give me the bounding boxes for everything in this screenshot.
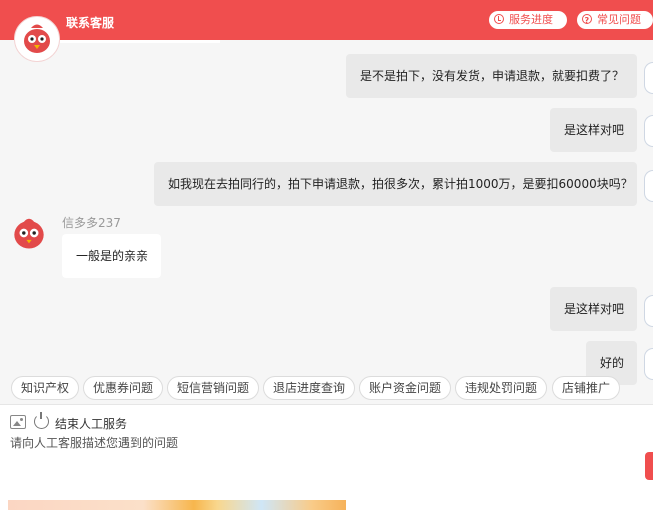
question-icon <box>582 12 592 30</box>
agent-avatar <box>10 214 48 252</box>
clock-icon <box>494 14 504 24</box>
message-bubble-user: 是这样对吧 <box>550 287 637 331</box>
message-bubble-agent: 一般是的亲亲 <box>62 234 161 278</box>
user-avatar-edge <box>644 115 653 147</box>
message-input[interactable]: 请向人工客服描述您遇到的问题 <box>10 434 178 451</box>
chip-sms[interactable]: 短信营销问题 <box>167 376 260 400</box>
power-icon[interactable] <box>34 412 49 429</box>
user-avatar-edge <box>644 62 653 94</box>
chip-coupon[interactable]: 优惠券问题 <box>83 376 164 400</box>
user-avatar-edge <box>644 295 653 327</box>
chip-ip[interactable]: 知识产权 <box>11 376 80 400</box>
header-divider <box>60 40 220 43</box>
message-bubble-user: 是这样对吧 <box>550 108 637 152</box>
header-bar: 联系客服 服务进度 常见问题 <box>0 0 653 40</box>
mascot-avatar-icon <box>15 17 59 61</box>
service-progress-label: 服务进度 <box>509 13 553 26</box>
send-button[interactable] <box>645 452 653 480</box>
message-bubble-user: 是不是拍下，没有发货，申请退款，就要扣费了？ <box>346 54 637 98</box>
mascot-avatar-icon <box>14 218 44 249</box>
chip-account-funds[interactable]: 账户资金问题 <box>359 376 452 400</box>
chip-promotion[interactable]: 店铺推广 <box>552 376 621 400</box>
user-avatar-edge <box>644 170 653 202</box>
faq-button[interactable]: 常见问题 <box>577 11 653 30</box>
chip-violation[interactable]: 违规处罚问题 <box>455 376 548 400</box>
faq-label: 常见问题 <box>597 13 641 26</box>
page-title: 联系客服 <box>66 16 115 30</box>
chip-closure-progress[interactable]: 退店进度查询 <box>263 376 356 400</box>
agent-name: 信多多237 <box>62 216 121 230</box>
user-avatar-edge <box>644 348 653 380</box>
service-progress-button[interactable]: 服务进度 <box>489 11 567 29</box>
service-avatar <box>14 16 60 62</box>
image-icon[interactable] <box>10 415 26 429</box>
end-service-button[interactable]: 结束人工服务 <box>55 415 127 432</box>
message-input-area: 结束人工服务 请向人工客服描述您遇到的问题 <box>0 404 653 510</box>
message-bubble-user: 如我现在去拍同行的，拍下申请退款，拍很多次，累计拍1000万，是要扣60000块… <box>154 162 637 206</box>
